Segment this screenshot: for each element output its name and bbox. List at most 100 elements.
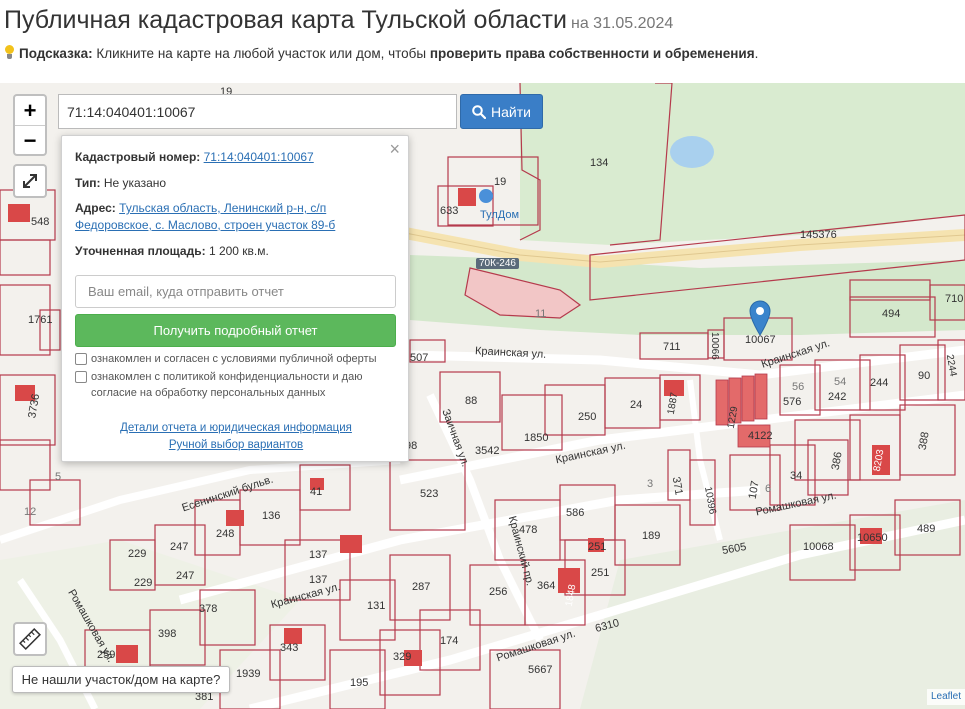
manual-selection-link[interactable]: Ручной выбор вариантов — [169, 439, 303, 451]
page-date: на 31.05.2024 — [570, 15, 674, 32]
parcel-label: 3 — [647, 478, 654, 490]
parcel-label: 5605 — [721, 540, 748, 558]
zoom-control: + − — [13, 94, 47, 156]
get-report-button[interactable]: Получить подробный отчет — [75, 314, 396, 347]
parcel-label: 11 — [535, 308, 547, 320]
parcel-label: 1939 — [236, 668, 261, 680]
hint-line: Подсказка: Кликните на карте на любой уч… — [4, 45, 758, 61]
cadastral-search-input[interactable] — [58, 94, 457, 129]
street-label: Заичная ул. — [439, 407, 472, 469]
parcel-label: 523 — [420, 488, 439, 500]
map-marker-icon[interactable] — [749, 300, 771, 336]
leaflet-attribution[interactable]: Leaflet — [926, 689, 965, 705]
parcel-label: 3542 — [475, 445, 500, 457]
parcel-label: 247 — [170, 541, 189, 553]
parcel-label: 1761 — [28, 314, 53, 326]
parcel-label: 137 — [309, 549, 328, 561]
parcel-label: 229 — [128, 548, 147, 560]
cadastral-number-link[interactable]: 71:14:040401:10067 — [204, 150, 314, 164]
parcel-label: 54 — [834, 376, 847, 388]
street-label: Ромашковая ул. — [65, 587, 117, 665]
parcel-label: 10068 — [803, 541, 834, 553]
zoom-in-button[interactable]: + — [15, 96, 45, 125]
parcel-label: 136 — [262, 510, 281, 522]
zoom-out-button[interactable]: − — [15, 125, 45, 154]
report-details-link[interactable]: Детали отчета и юридическая информация — [120, 422, 352, 434]
parcel-label: 1850 — [524, 432, 549, 444]
parcel-label: 244 — [870, 377, 889, 389]
parcel-label: 145376 — [800, 229, 837, 241]
parcel-label: 19 — [494, 176, 507, 188]
street-label: Есенинский бульв. — [180, 473, 275, 515]
parcel-label: 256 — [489, 586, 508, 598]
parcel-label: 489 — [917, 523, 936, 535]
parcel-label: 10396 — [702, 485, 718, 516]
parcel-label: 711 — [663, 341, 681, 353]
not-found-button[interactable]: Не нашли участок/дом на карте? — [12, 666, 230, 693]
parcel-label: 586 — [566, 507, 585, 519]
parcel-label: 90 — [918, 370, 931, 382]
parcel-label: 174 — [440, 635, 459, 647]
fullscreen-button[interactable] — [13, 164, 47, 198]
offer-consent-checkbox[interactable]: ознакомлен и согласен с условиями публич… — [75, 351, 377, 367]
page-header: Публичная кадастровая карта Тульской обл… — [4, 2, 964, 82]
email-input[interactable] — [75, 275, 396, 308]
parcel-label: 378 — [199, 603, 218, 615]
street-label: Краинская ул. — [474, 345, 547, 361]
parcel-label: 189 — [642, 530, 661, 542]
parcel-label: 287 — [412, 581, 431, 593]
parcel-label: 388 — [916, 430, 932, 452]
parcel-label: 2244 — [943, 353, 959, 378]
details-link-row: Детали отчета и юридическая информация — [62, 422, 410, 434]
checkbox-box[interactable] — [75, 371, 87, 383]
address-link-line2[interactable]: Федоровское, с. Маслово, строен участок … — [75, 218, 335, 232]
parcel-label: 251 — [591, 567, 610, 579]
parcel-label: 134 — [590, 157, 609, 169]
ruler-icon — [19, 628, 41, 650]
measure-button[interactable] — [13, 622, 47, 656]
parcel-info-popup: × Кадастровый номер: 71:14:040401:10067 … — [61, 135, 409, 462]
parcel-label: 131 — [367, 600, 386, 612]
checkbox-box[interactable] — [75, 353, 87, 365]
parcel-label: 386 — [829, 450, 845, 472]
address-link[interactable]: Тульская область, Ленинский р-н, с/п — [119, 201, 326, 215]
parcel-label: 41 — [310, 486, 323, 498]
street-label: Ромашковая ул. — [495, 627, 577, 665]
parcel-label: 251 — [588, 541, 607, 553]
parcel-label: 229 — [134, 577, 153, 589]
parcel-label: 10066 — [709, 332, 720, 360]
parcel-label: 6310 — [593, 617, 621, 635]
parcel-label: 137 — [309, 574, 328, 586]
page-title: Публичная кадастровая карта Тульской обл… — [4, 6, 674, 34]
parcel-label: 250 — [578, 411, 597, 423]
parcel-label: 1848 — [563, 583, 579, 608]
fullscreen-icon — [23, 174, 37, 188]
parcel-label: 8203 — [871, 448, 887, 473]
street-label: Краинская ул. — [554, 439, 627, 467]
parcel-label: 710 — [945, 293, 964, 305]
parcel-label: 56 — [792, 381, 805, 393]
parcel-label: 5667 — [528, 664, 553, 676]
parcel-label: 195 — [350, 677, 369, 689]
parcel-label: 548 — [31, 216, 50, 228]
parcel-label: 34 — [790, 470, 803, 482]
close-icon[interactable]: × — [389, 140, 400, 158]
parcel-label: 24 — [630, 399, 643, 411]
parcel-label: 12 — [24, 506, 37, 518]
address-row: Адрес: Тульская область, Ленинский р-н, … — [75, 201, 336, 232]
lightbulb-icon — [4, 45, 15, 60]
parcel-label: 247 — [176, 570, 195, 582]
type-row: Тип: Не указано — [75, 176, 167, 190]
street-label: Краинская ул. — [269, 580, 342, 612]
parcel-label: 4122 — [748, 430, 773, 442]
privacy-consent-checkbox[interactable]: ознакомлен с политикой конфиденциальност… — [75, 369, 362, 401]
search-button[interactable]: Найти — [460, 94, 543, 129]
parcel-label: 1887 — [665, 391, 681, 416]
parcel-label: 242 — [828, 391, 847, 403]
parcel-label: 88 — [465, 395, 478, 407]
manual-link-row: Ручной выбор вариантов — [62, 439, 410, 451]
road-badge: 70К-246 — [476, 258, 519, 269]
parcel-label: 633 — [440, 205, 459, 217]
poi-label: ТулДом — [480, 209, 520, 221]
cadastral-number-row: Кадастровый номер: 71:14:040401:10067 — [75, 150, 314, 164]
